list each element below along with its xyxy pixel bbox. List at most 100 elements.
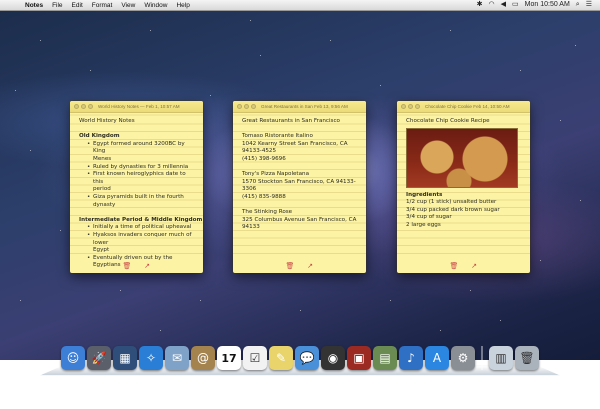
- star: [250, 20, 251, 21]
- minimize-button[interactable]: [81, 104, 86, 109]
- bullet-item: Hyaksos invaders conquer much of lowerEg…: [87, 232, 196, 255]
- cookie-photo: [406, 127, 518, 188]
- volume-icon[interactable]: ◀: [501, 1, 506, 9]
- note-body[interactable]: World History Notes Old KingdomEgypt form…: [70, 113, 203, 268]
- note-line: Tomaso Ristorante Italino: [242, 133, 313, 140]
- note-line: Tony's Pizza Napoletana: [242, 171, 310, 178]
- note-window-cookie-recipe[interactable]: Chocolate Chip Cookie Feb 14, 10:50 AM C…: [397, 101, 530, 273]
- iphoto-icon[interactable]: ▤: [373, 346, 397, 370]
- menu-file[interactable]: File: [52, 2, 62, 9]
- facetime-icon[interactable]: ◉: [321, 346, 345, 370]
- messages-icon[interactable]: 💬: [295, 346, 319, 370]
- dock: ☺ 🚀 ▦ ✧ ✉ @17 ☑ ✎ 💬 ◉ ▣ ▤ ♪ A ⚙ ▥ 🗑: [40, 340, 560, 370]
- calendar-icon[interactable]: 17: [217, 346, 241, 370]
- menu-format[interactable]: Format: [92, 2, 113, 9]
- mail-icon[interactable]: ✉: [165, 346, 189, 370]
- star: [40, 40, 41, 41]
- star: [300, 310, 301, 311]
- apple-menu-icon[interactable]: [10, 1, 17, 9]
- note-window-restaurants[interactable]: Great Restaurants in San Feb 13, 9:56 AM…: [233, 101, 366, 273]
- close-button[interactable]: [401, 104, 406, 109]
- note-line: 1042 Kearny Street San Francisco, CA: [242, 140, 348, 147]
- star: [560, 120, 561, 121]
- dock-separator: [481, 346, 483, 370]
- share-icon[interactable]: ↗: [144, 262, 151, 270]
- note-line: Great Restaurants in San Francisco: [242, 118, 340, 124]
- bullet-continuation: Menes: [93, 155, 112, 162]
- share-icon[interactable]: ↗: [471, 262, 478, 270]
- bullet-item: First known heiroglyphics date to thispe…: [87, 171, 196, 194]
- star: [120, 290, 121, 291]
- photo-booth-icon[interactable]: ▣: [347, 346, 371, 370]
- note-window-world-history[interactable]: World History Notes — Feb 1, 10:57 AM Wo…: [70, 101, 203, 273]
- note-footer: 🗑 ↗: [233, 259, 366, 273]
- note-body[interactable]: Chocolate Chip Cookie Recipe Ingredients 1…: [397, 113, 530, 259]
- note-line: The Stinking Rose: [242, 209, 293, 216]
- minimize-button[interactable]: [408, 104, 413, 109]
- bluetooth-icon[interactable]: ✱: [477, 1, 483, 9]
- close-button[interactable]: [74, 104, 79, 109]
- trash-icon[interactable]: 🗑: [123, 262, 132, 270]
- notification-center-icon[interactable]: ☰: [586, 1, 592, 9]
- menu-view[interactable]: View: [121, 2, 135, 9]
- trash-icon[interactable]: 🗑: [286, 262, 295, 270]
- finder-icon[interactable]: ☺: [61, 346, 85, 370]
- star: [90, 70, 91, 71]
- note-titlebar[interactable]: Great Restaurants in San Feb 13, 9:56 AM: [233, 101, 366, 113]
- reminders-icon[interactable]: ☑: [243, 346, 267, 370]
- zoom-button[interactable]: [415, 104, 420, 109]
- note-footer: 🗑 ↗: [70, 259, 203, 273]
- menu-extras: ✱ ◠ ◀ ▭ Mon 10:50 AM ⌕ ☰: [477, 1, 592, 9]
- note-line: 3/4 cup packed dark brown sugar: [406, 206, 500, 213]
- star: [200, 300, 201, 301]
- star: [60, 230, 61, 231]
- notes-icon[interactable]: ✎: [269, 346, 293, 370]
- trash-icon[interactable]: 🗑: [450, 262, 459, 270]
- calendar-day-number: 17: [221, 351, 237, 365]
- star: [210, 95, 211, 96]
- menu-app-notes[interactable]: Notes: [25, 2, 43, 9]
- menu-bar: Notes File Edit Format View Window Help …: [0, 0, 600, 11]
- note-titlebar[interactable]: Chocolate Chip Cookie Feb 14, 10:50 AM: [397, 101, 530, 113]
- system-preferences-icon[interactable]: ⚙: [451, 346, 475, 370]
- star: [160, 330, 161, 331]
- app-store-icon[interactable]: A: [425, 346, 449, 370]
- safari-icon[interactable]: ✧: [139, 346, 163, 370]
- note-titlebar[interactable]: World History Notes — Feb 1, 10:57 AM: [70, 101, 203, 113]
- note-line: 325 Columbus Avenue San Francisco, CA: [242, 216, 357, 223]
- star: [540, 260, 541, 261]
- share-icon[interactable]: ↗: [307, 262, 314, 270]
- star: [260, 55, 261, 56]
- note-line: Chocolate Chip Cookie Recipe: [406, 118, 490, 124]
- star: [470, 290, 471, 291]
- itunes-icon[interactable]: ♪: [399, 346, 423, 370]
- menu-window[interactable]: Window: [144, 2, 167, 9]
- minimize-button[interactable]: [244, 104, 249, 109]
- wifi-icon[interactable]: ◠: [489, 1, 495, 9]
- menu-help[interactable]: Help: [176, 2, 189, 9]
- launchpad-icon[interactable]: 🚀: [87, 346, 111, 370]
- bullet-item: Ruled by dynasties for 3 millennia: [87, 164, 196, 172]
- star: [150, 30, 151, 31]
- menu-edit[interactable]: Edit: [72, 2, 83, 9]
- contacts-icon[interactable]: @: [191, 346, 215, 370]
- documents-stack-icon[interactable]: ▥: [489, 346, 513, 370]
- spotlight-search-icon[interactable]: ⌕: [576, 1, 580, 9]
- note-line: 2 large eggs: [406, 221, 441, 228]
- close-button[interactable]: [237, 104, 242, 109]
- trash-icon[interactable]: 🗑: [515, 346, 539, 370]
- zoom-button[interactable]: [251, 104, 256, 109]
- note-line: 94133-4525: [242, 148, 277, 155]
- clock-text[interactable]: Mon 10:50 AM: [525, 1, 570, 9]
- zoom-button[interactable]: [88, 104, 93, 109]
- star: [330, 40, 331, 41]
- bullet-item: Giza pyramids built in the fourth dynast…: [87, 194, 196, 209]
- note-body[interactable]: Great Restaurants in San Francisco Tomaso…: [233, 113, 366, 259]
- note-heading: Intermediate Period & Middle Kingdom: [79, 216, 203, 223]
- note-line: (415) 835-9888: [242, 193, 286, 200]
- battery-icon[interactable]: ▭: [512, 1, 519, 9]
- mission-control-icon[interactable]: ▦: [113, 346, 137, 370]
